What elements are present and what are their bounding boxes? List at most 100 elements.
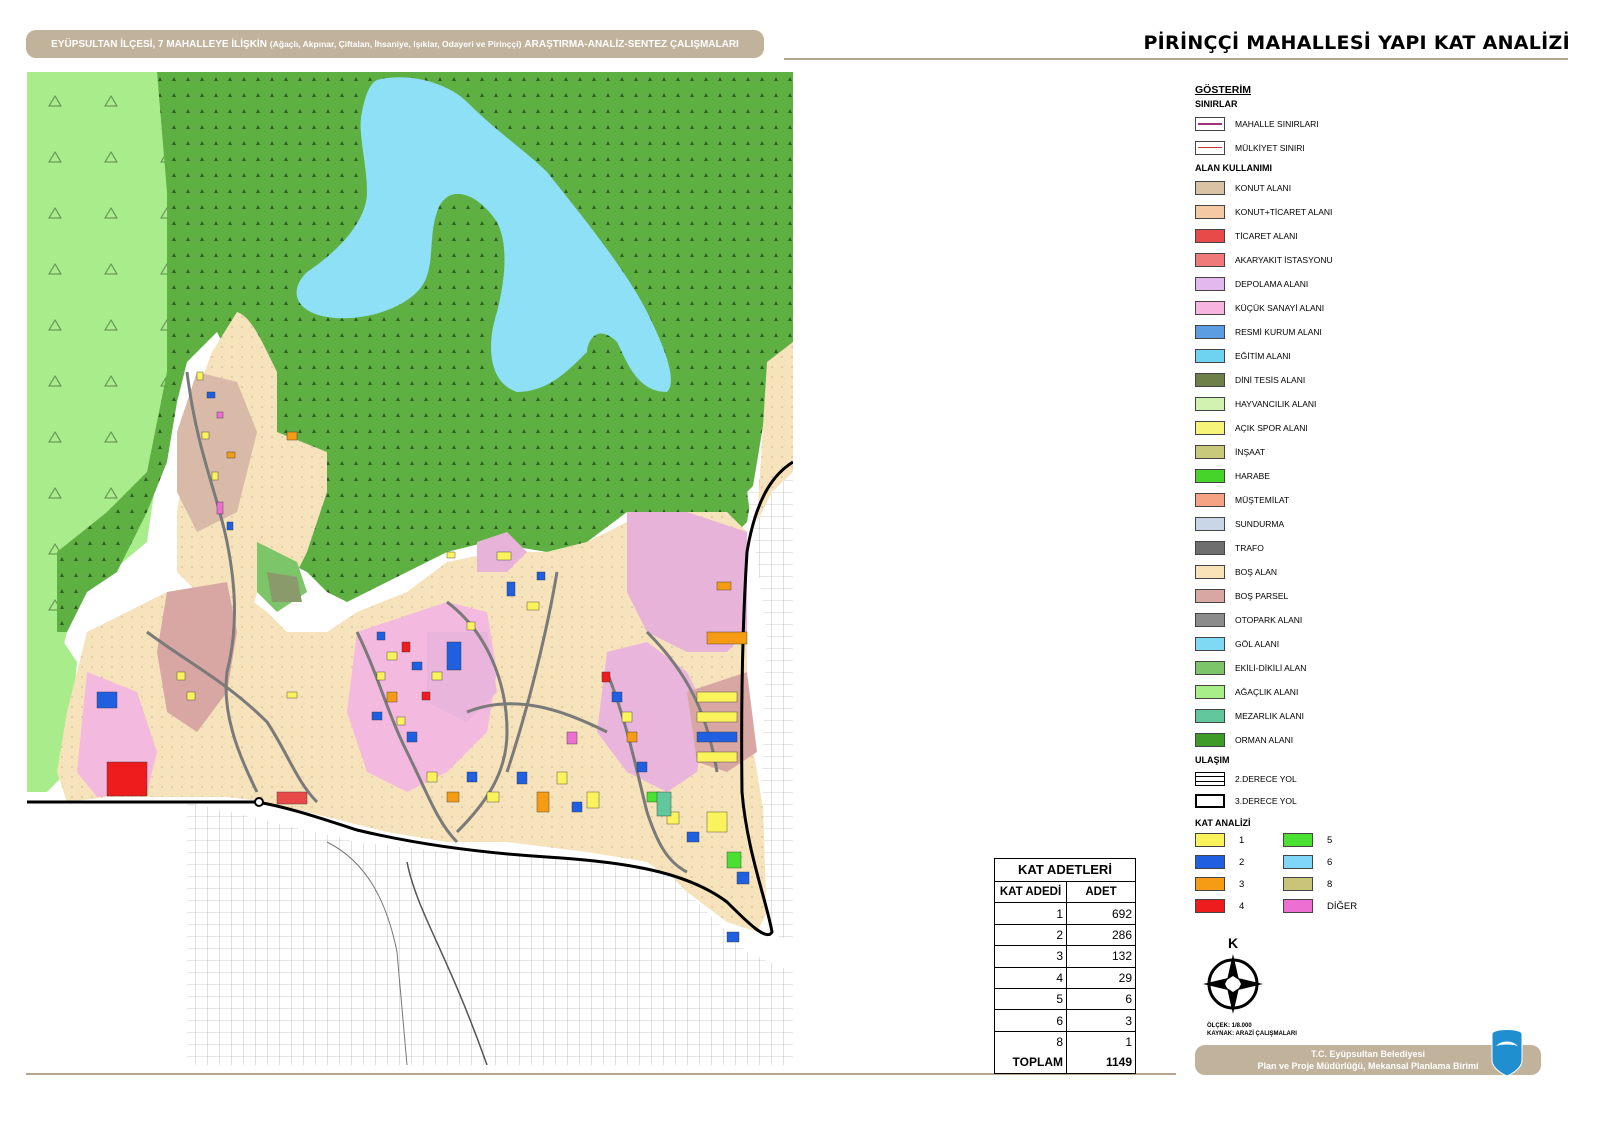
legend-label: KONUT ALANI [1235, 183, 1292, 193]
kat-swatch [1195, 855, 1225, 869]
legend: GÖSTERİM SINIRLAR MAHALLE SINIRLARI MÜLK… [1195, 84, 1555, 915]
table-cell-adet: 132 [1111, 949, 1132, 964]
legend-label: MAHALLE SINIRLARI [1235, 119, 1319, 129]
kat-label: 3 [1239, 878, 1245, 890]
legend-label: 3.DERECE YOL [1235, 796, 1297, 806]
scale-source-note: ÖLÇEK: 1/8.000 KAYNAK: ARAZİ ÇALIŞMALARI [1207, 1022, 1297, 1038]
legend-swatch [1195, 469, 1225, 483]
legend-item-mulkiyet-siniri: MÜLKİYET SINIRI [1195, 136, 1555, 160]
legend-label: MEZARLIK ALANI [1235, 711, 1304, 721]
legend-swatch [1195, 421, 1225, 435]
kat-label: 4 [1239, 900, 1245, 912]
header-text-b: (Ağaçlı, Akpınar, Çiftalan, İhsaniye, Iş… [269, 39, 522, 49]
legend-label: OTOPARK ALANI [1235, 615, 1303, 625]
table-cell-adet: 3 [1125, 1013, 1132, 1028]
table-row: 81 [995, 1031, 1135, 1053]
legend-swatch [1195, 637, 1225, 651]
legend-section-kat: KAT ANALİZİ [1195, 818, 1251, 828]
legend-section-sinirlar: SINIRLAR [1195, 99, 1238, 109]
legend-swatch [1195, 493, 1225, 507]
legend-swatch [1195, 181, 1225, 195]
kat-legend-item: 8 [1283, 875, 1371, 893]
legend-label: KONUT+TİCARET ALANI [1235, 207, 1333, 217]
legend-heading: GÖSTERİM [1195, 84, 1252, 96]
table-cell-kat: 3 [995, 946, 1067, 967]
table-title: KAT ADETLERİ [995, 859, 1135, 882]
table-cell-kat: 6 [995, 1010, 1067, 1031]
legend-label: BOŞ PARSEL [1235, 591, 1289, 601]
header-text-a: EYÜPSULTAN İLÇESİ, 7 MAHALLEYE İLİŞKİN [51, 38, 267, 50]
legend-label: İNŞAAT [1235, 447, 1266, 457]
legend-swatch [1195, 709, 1225, 723]
legend-item-alan: OTOPARK ALANI [1195, 608, 1555, 632]
legend-label: HAYVANCILIK ALANI [1235, 399, 1317, 409]
legend-item-alan: TİCARET ALANI [1195, 224, 1555, 248]
kat-label: 1 [1239, 834, 1245, 846]
table-cell-adet: 1 [1125, 1034, 1132, 1049]
legend-item-alan: HAYVANCILIK ALANI [1195, 392, 1555, 416]
legend-label: DEPOLAMA ALANI [1235, 279, 1309, 289]
title-divider [784, 58, 1568, 60]
header-text-c: ARAŞTIRMA-ANALİZ-SENTEZ ÇALIŞMALARI [524, 38, 739, 50]
kat-label: DİĞER [1327, 900, 1358, 912]
table-row: 4 29 [995, 967, 1135, 989]
source-text: KAYNAK: ARAZİ ÇALIŞMALARI [1207, 1031, 1297, 1037]
table-cell-adet: 6 [1125, 992, 1132, 1007]
legend-item-3-derece-yol: 3.DERECE YOL [1195, 790, 1555, 812]
north-arrow-icon: K [1200, 935, 1266, 1016]
table-cell-adet: 286 [1111, 927, 1132, 942]
legend-item-alan: RESMİ KURUM ALANI [1195, 320, 1555, 344]
legend-item-2-derece-yol: 2.DERECE YOL [1195, 768, 1555, 790]
legend-label: MÜLKİYET SINIRI [1235, 143, 1305, 153]
legend-label: SUNDURMA [1235, 519, 1285, 529]
legend-label: EĞİTİM ALANI [1235, 351, 1291, 361]
legend-item-alan: İNŞAAT [1195, 440, 1555, 464]
scale-text: ÖLÇEK: 1/8.000 [1207, 1023, 1252, 1029]
legend-swatch [1195, 517, 1225, 531]
map-view[interactable] [27, 72, 793, 1065]
road-3rd-swatch [1195, 794, 1225, 808]
kat-swatch [1283, 899, 1313, 913]
table-header-row: KAT ADEDİ ADET [995, 882, 1135, 904]
legend-item-alan: HARABE [1195, 464, 1555, 488]
table-row: 63 [995, 1010, 1135, 1032]
legend-label: ORMAN ALANI [1235, 735, 1294, 745]
table-cell-adet: 692 [1111, 906, 1132, 921]
legend-label: DİNİ TESİS ALANI [1235, 375, 1306, 385]
legend-item-alan: BOŞ PARSEL [1195, 584, 1555, 608]
table-cell-kat: 1 [995, 903, 1067, 924]
legend-item-alan: ORMAN ALANI [1195, 728, 1555, 752]
property-boundary-swatch [1195, 141, 1225, 155]
table-total-label: TOPLAM [995, 1052, 1067, 1073]
legend-label: TRAFO [1235, 543, 1264, 553]
legend-item-alan: KONUT ALANI [1195, 176, 1555, 200]
legend-kat-grid: 1 5 2 6 3 8 4 DİĞER [1195, 831, 1555, 915]
table-cell-kat: 8 [995, 1031, 1067, 1053]
kat-swatch [1283, 877, 1313, 891]
eyupsultan-logo [1488, 1026, 1526, 1078]
legend-item-alan: DEPOLAMA ALANI [1195, 272, 1555, 296]
legend-label: GÖL ALANI [1235, 639, 1280, 649]
legend-swatch [1195, 661, 1225, 675]
legend-item-alan: MÜŞTEMİLAT [1195, 488, 1555, 512]
kat-legend-item: 2 [1195, 853, 1283, 871]
kat-legend-item: DİĞER [1283, 897, 1371, 915]
legend-item-alan: MEZARLIK ALANI [1195, 704, 1555, 728]
legend-label: RESMİ KURUM ALANI [1235, 327, 1322, 337]
table-col-adet: ADET [1085, 886, 1117, 899]
legend-label: AÇIK SPOR ALANI [1235, 423, 1308, 433]
table-cell-kat: 5 [995, 988, 1067, 1010]
legend-swatch [1195, 685, 1225, 699]
legend-section-alan: ALAN KULLANIMI [1195, 163, 1272, 173]
page-title: PİRİNÇÇİ MAHALLESİ YAPI KAT ANALİZİ [1143, 32, 1570, 54]
legend-item-mahalle-sinirlari: MAHALLE SINIRLARI [1195, 112, 1555, 136]
kat-swatch [1283, 855, 1313, 869]
legend-item-alan: DİNİ TESİS ALANI [1195, 368, 1555, 392]
legend-swatch [1195, 565, 1225, 579]
legend-swatch [1195, 301, 1225, 315]
legend-swatch [1195, 277, 1225, 291]
kat-label: 5 [1327, 834, 1333, 846]
legend-item-alan: KONUT+TİCARET ALANI [1195, 200, 1555, 224]
legend-item-alan: BOŞ ALAN [1195, 560, 1555, 584]
legend-label: AĞAÇLIK ALANI [1235, 687, 1299, 697]
